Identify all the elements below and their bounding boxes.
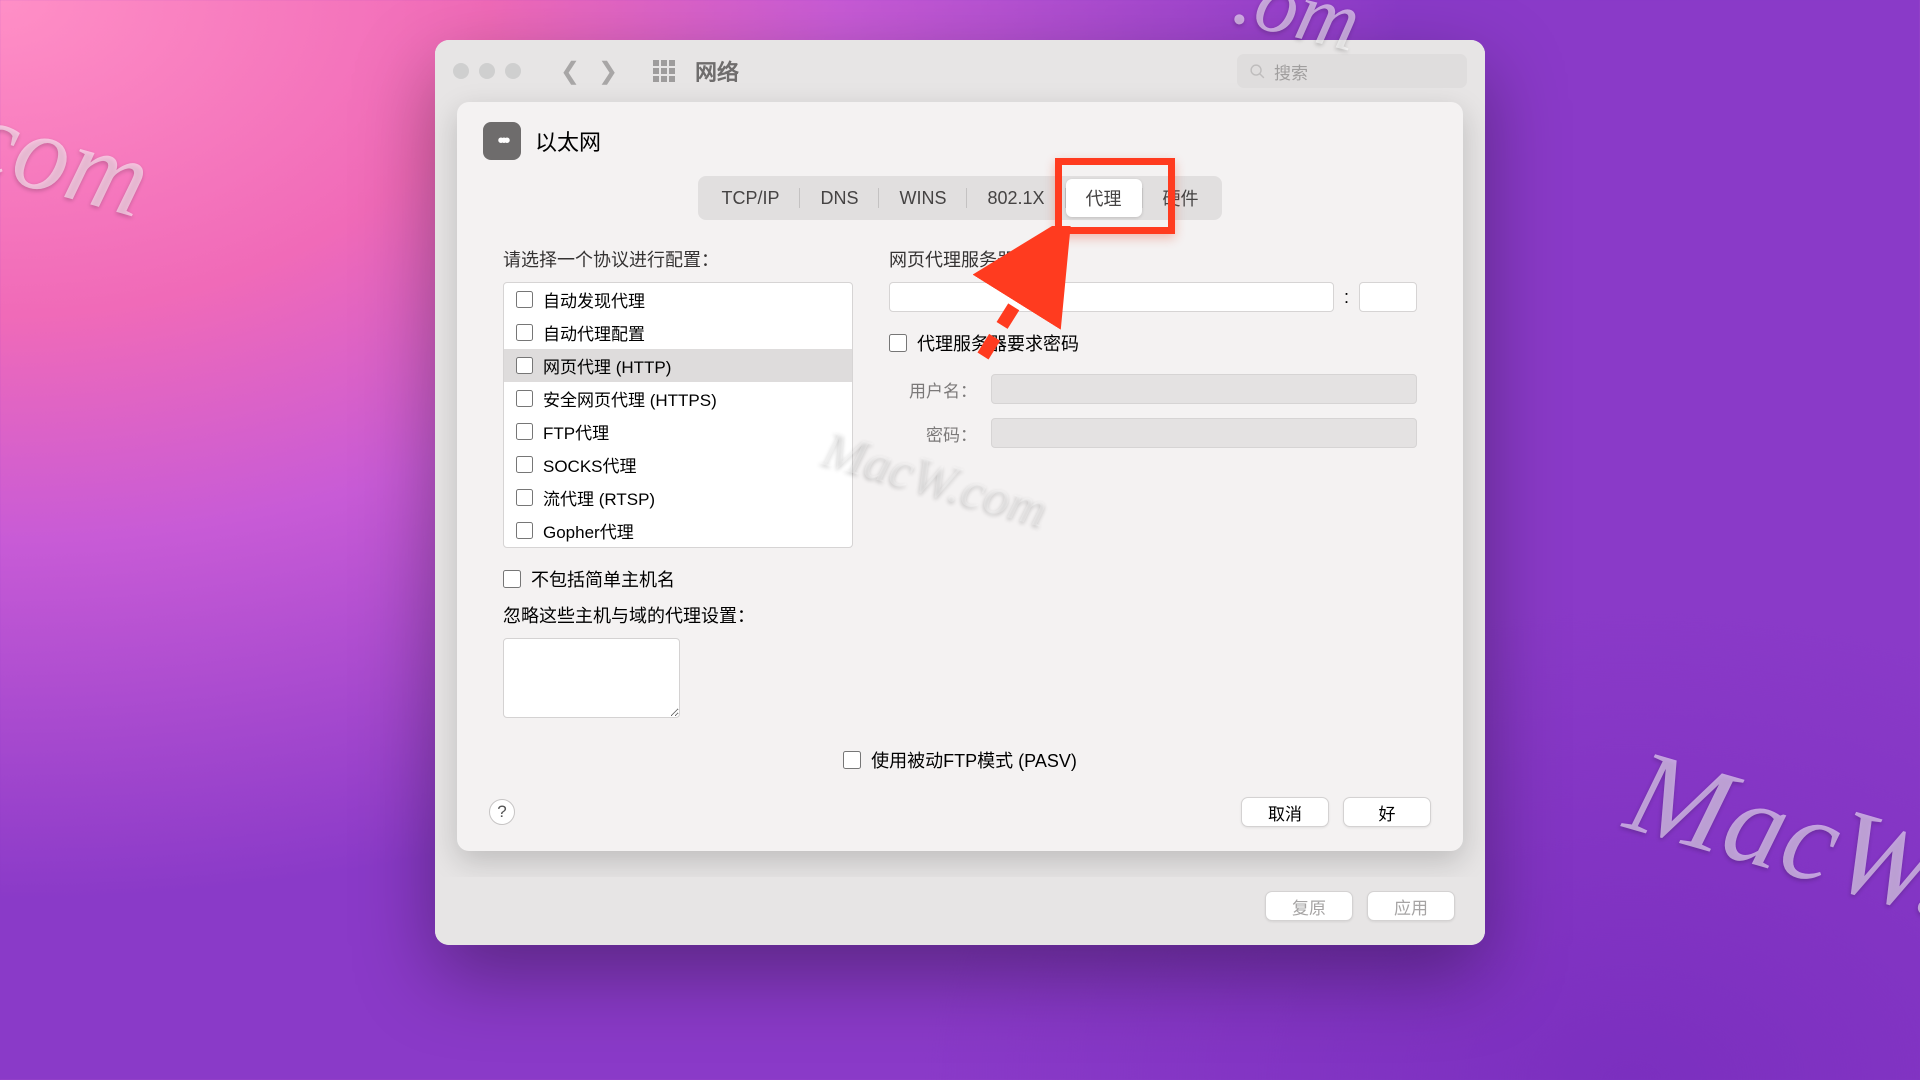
- protocol-checkbox[interactable]: [516, 390, 533, 407]
- exclude-simple-hostnames-checkbox[interactable]: [503, 570, 521, 588]
- require-password-checkbox[interactable]: [889, 334, 907, 352]
- annotation-arrow-icon: [963, 226, 1083, 366]
- password-label: 密码：: [889, 421, 977, 446]
- protocol-label: FTP代理: [543, 419, 609, 444]
- preferences-window: ❮ ❯ 网络 搜索 ••• 以太网 TCP/IPDNSWINS802.1X代理硬…: [435, 40, 1485, 945]
- annotation-highlight: [1055, 158, 1175, 234]
- cancel-button[interactable]: 取消: [1241, 797, 1329, 827]
- protocol-row[interactable]: 安全网页代理 (HTTPS): [504, 382, 852, 415]
- forward-button[interactable]: ❯: [591, 54, 625, 88]
- protocol-row[interactable]: FTP代理: [504, 415, 852, 448]
- protocol-label: 流代理 (RTSP): [543, 485, 655, 510]
- ok-button[interactable]: 好: [1343, 797, 1431, 827]
- proxy-sheet: ••• 以太网 TCP/IPDNSWINS802.1X代理硬件 请选择一个协议进…: [457, 102, 1463, 851]
- username-input: [991, 374, 1417, 404]
- window-footer: 复原 应用: [435, 877, 1485, 945]
- host-port-separator: :: [1344, 287, 1349, 308]
- protocol-label: Gopher代理: [543, 518, 634, 543]
- protocol-row[interactable]: Gopher代理: [504, 514, 852, 547]
- ethernet-icon: •••: [483, 122, 521, 160]
- show-all-icon[interactable]: [653, 60, 675, 82]
- tab-dns[interactable]: DNS: [800, 182, 878, 215]
- passive-ftp-checkbox[interactable]: [843, 751, 861, 769]
- search-icon: [1249, 63, 1266, 80]
- watermark: MacW.c: [1613, 722, 1920, 961]
- help-button[interactable]: ?: [489, 799, 515, 825]
- username-label: 用户名：: [889, 377, 977, 402]
- protocol-checkbox[interactable]: [516, 456, 533, 473]
- revert-button: 复原: [1265, 891, 1353, 921]
- search-placeholder: 搜索: [1274, 59, 1308, 84]
- traffic-lights[interactable]: [453, 63, 521, 79]
- protocol-checkbox[interactable]: [516, 291, 533, 308]
- tab-wins[interactable]: WINS: [879, 182, 966, 215]
- protocol-checkbox[interactable]: [516, 357, 533, 374]
- titlebar: ❮ ❯ 网络 搜索: [435, 40, 1485, 102]
- bypass-label: 忽略这些主机与域的代理设置：: [483, 602, 1437, 628]
- tab-tcpip[interactable]: TCP/IP: [701, 182, 799, 215]
- protocol-label: 自动发现代理: [543, 287, 645, 312]
- apply-button: 应用: [1367, 891, 1455, 921]
- protocol-select-label: 请选择一个协议进行配置：: [503, 246, 853, 272]
- tab-8021x[interactable]: 802.1X: [967, 182, 1064, 215]
- protocol-checkbox[interactable]: [516, 489, 533, 506]
- window-title: 网络: [695, 55, 739, 87]
- watermark: .com: [0, 63, 164, 243]
- protocol-checkbox[interactable]: [516, 324, 533, 341]
- proxy-port-input[interactable]: [1359, 282, 1417, 312]
- protocol-label: SOCKS代理: [543, 452, 637, 477]
- protocol-checkbox[interactable]: [516, 522, 533, 539]
- protocol-row[interactable]: 自动发现代理: [504, 283, 852, 316]
- back-button[interactable]: ❮: [553, 54, 587, 88]
- protocol-label: 自动代理配置: [543, 320, 645, 345]
- tab-bar: TCP/IPDNSWINS802.1X代理硬件: [483, 176, 1437, 220]
- protocol-label: 网页代理 (HTTP): [543, 353, 671, 378]
- password-input: [991, 418, 1417, 448]
- protocol-row[interactable]: 网页代理 (HTTP): [504, 349, 852, 382]
- protocol-row[interactable]: 流代理 (RTSP): [504, 481, 852, 514]
- protocol-label: 安全网页代理 (HTTPS): [543, 386, 717, 411]
- search-input[interactable]: 搜索: [1237, 54, 1467, 88]
- sheet-title: 以太网: [535, 125, 601, 157]
- exclude-simple-hostnames-label: 不包括简单主机名: [531, 566, 675, 592]
- protocol-row[interactable]: 自动代理配置: [504, 316, 852, 349]
- proxy-host-input[interactable]: [889, 282, 1334, 312]
- passive-ftp-label: 使用被动FTP模式 (PASV): [871, 747, 1077, 773]
- bypass-hosts-input[interactable]: [503, 638, 680, 718]
- protocol-list[interactable]: 自动发现代理自动代理配置网页代理 (HTTP) 安全网页代理 (HTTPS) FTP…: [503, 282, 853, 548]
- protocol-row[interactable]: SOCKS代理: [504, 448, 852, 481]
- protocol-checkbox[interactable]: [516, 423, 533, 440]
